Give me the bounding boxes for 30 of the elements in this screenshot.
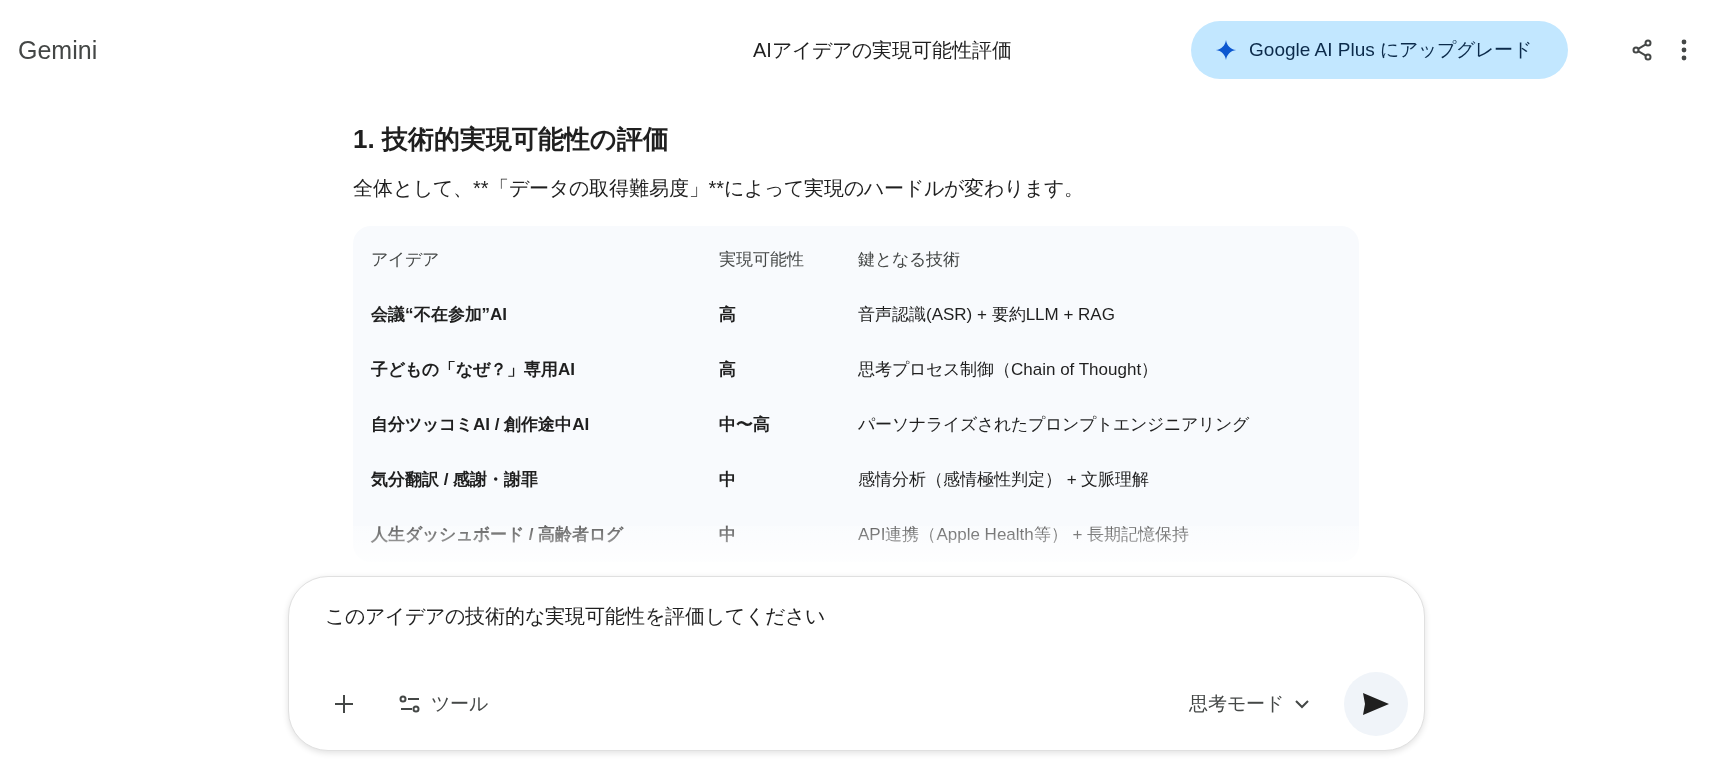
table-cell-text: 思考プロセス制御（Chain of Thought） bbox=[858, 359, 1160, 381]
tools-button[interactable]: ツール bbox=[390, 683, 496, 725]
summary-text: 全体として、**「データの取得難易度」**によって実現のハードルが変わります。 bbox=[353, 176, 1086, 201]
sliders-icon bbox=[398, 694, 421, 714]
chevron-down-icon bbox=[1293, 699, 1310, 709]
mode-button[interactable]: 思考モード bbox=[1180, 683, 1318, 725]
table-cell-text: 中 bbox=[719, 524, 737, 546]
chat-title: AIアイデアの実現可能性評価 bbox=[752, 37, 1013, 63]
column-header: アイデア bbox=[371, 249, 440, 271]
table-cell-text: 子どもの「なぜ？」専用AI bbox=[371, 359, 576, 381]
table-cell-text: API連携（Apple Health等） + 長期記憶保持 bbox=[858, 524, 1191, 546]
table-cell-text: 会議“不在参加”AI bbox=[371, 304, 508, 326]
table-cell-text: 中 bbox=[719, 469, 737, 491]
table-cell-text: 高 bbox=[719, 359, 737, 381]
prompt-box[interactable]: このアイデアの技術的な実現可能性を評価してください ツール 思考モード bbox=[287, 576, 1425, 751]
table-cell-text: 中〜高 bbox=[719, 414, 771, 436]
prompt-input[interactable]: このアイデアの技術的な実現可能性を評価してください bbox=[324, 599, 1408, 634]
upgrade-button[interactable]: Google AI Plus にアップグレード bbox=[1191, 21, 1568, 79]
section-heading: 1. 技術的実現可能性の評価 bbox=[353, 123, 670, 156]
column-header: 実現可能性 bbox=[719, 249, 805, 271]
table-cell-text: 自分ツッコミAI / 創作途中AI bbox=[371, 414, 591, 436]
send-icon bbox=[1361, 692, 1390, 716]
table-cell-text: 人生ダッシュボード / 高齢者ログ bbox=[371, 524, 625, 546]
table-cell-text: パーソナライズされたプロンプトエンジニアリング bbox=[858, 414, 1250, 436]
table-cell-text: 気分翻訳 / 感謝・謝罪 bbox=[371, 469, 540, 491]
column-header: 鍵となる技術 bbox=[858, 249, 961, 271]
table-cell-text: 高 bbox=[719, 304, 737, 326]
table-cell-text: 感情分析（感情極性判定） + 文脈理解 bbox=[858, 469, 1151, 491]
app-logo[interactable]: Gemini bbox=[18, 35, 678, 65]
table-cell-text: 音声認識(ASR) + 要約LLM + RAG bbox=[858, 304, 1116, 326]
